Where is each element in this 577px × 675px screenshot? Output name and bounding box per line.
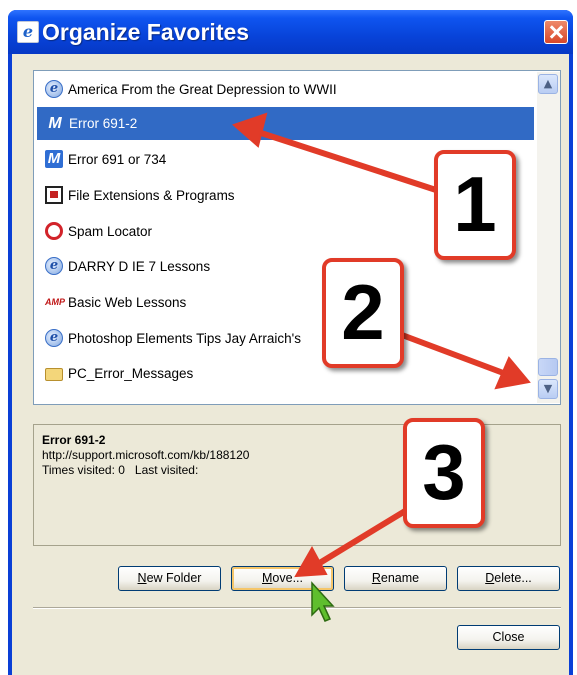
arrow-3-shaft xyxy=(315,505,413,567)
arrow-1-shaft xyxy=(255,129,439,193)
arrow-2-shaft xyxy=(399,332,509,377)
callout-badge-3: 3 xyxy=(403,418,485,528)
annotation-layer xyxy=(232,112,531,622)
mouse-cursor-icon xyxy=(311,581,335,622)
arrow-1-head xyxy=(232,112,268,148)
callout-badge-1: 1 xyxy=(434,150,516,260)
callout-badge-2: 2 xyxy=(322,258,404,368)
